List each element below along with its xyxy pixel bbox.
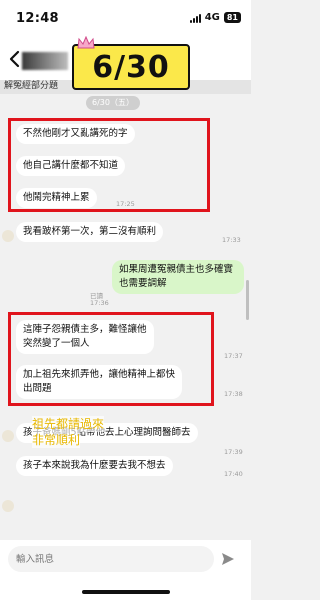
clock: 12:48 <box>16 11 59 26</box>
overlay-note: 祖先都請過來 非常順利 <box>32 416 142 448</box>
battery-icon: 81 <box>223 12 241 23</box>
message-bubble[interactable]: 他自己講什麼都不知道 <box>16 156 126 176</box>
message-bubble[interactable]: 不然他剛才又亂講死的字 <box>16 124 135 144</box>
message-bubble[interactable]: 孩子本來說我為什麼要去我不想去 <box>16 456 173 476</box>
my-message-bubble[interactable]: 如果周遭冤親債主也多確實也需要調解 <box>112 260 244 294</box>
avatar[interactable] <box>2 230 14 242</box>
message-time: 17:38 <box>224 390 243 398</box>
avatar[interactable] <box>2 430 14 442</box>
overlay-note-line: 非常順利 <box>32 432 81 448</box>
date-divider: 6/30（五） <box>86 96 140 110</box>
message-composer <box>0 540 251 576</box>
message-line: 這陣子怨親債主多，難怪讓他 <box>23 324 147 335</box>
status-bar: 12:48 4G 81 <box>0 0 251 40</box>
message-line: 加上祖先來抓弄他，讓他精神上都快 <box>23 369 176 380</box>
chat-header: 6/30 <box>0 36 251 90</box>
message-time: 17:37 <box>224 352 243 360</box>
crown-icon <box>77 36 95 49</box>
avatar[interactable] <box>2 500 14 512</box>
overlay-note-line: 祖先都請過來 <box>32 416 105 432</box>
message-bubble[interactable]: 他鬧完精神上累 <box>16 188 97 208</box>
message-line: 突然變了一個人 <box>23 338 90 349</box>
network-label: 4G <box>204 12 220 23</box>
scrollbar[interactable] <box>246 280 249 320</box>
home-area <box>0 576 251 600</box>
redacted-contact-name <box>22 52 68 70</box>
message-time: 17:36 <box>90 299 109 307</box>
message-bubble[interactable]: 我看跛杯第一次，第二沒有順利 <box>16 222 164 242</box>
message-line: 出問題 <box>23 383 52 394</box>
chat-area[interactable]: 解冤經部分題 6/30（五） 不然他剛才又亂講死的字 他自己講什麼都不知道 他鬧… <box>0 80 251 540</box>
message-bubble[interactable]: 加上祖先來抓弄他，讓他精神上都快 出問題 <box>16 365 183 399</box>
message-time: 17:25 <box>116 200 135 208</box>
message-time: 17:40 <box>224 470 243 478</box>
status-icons: 4G 81 <box>189 12 241 23</box>
message-input[interactable] <box>8 546 214 572</box>
message-bubble[interactable]: 這陣子怨親債主多，難怪讓他 突然變了一個人 <box>16 320 154 354</box>
signal-icon <box>189 13 201 23</box>
message-time: 17:39 <box>224 448 243 456</box>
send-icon[interactable] <box>220 551 236 567</box>
date-sticker: 6/30 <box>72 44 190 90</box>
home-indicator[interactable] <box>82 590 170 594</box>
message-time: 17:33 <box>222 236 241 244</box>
chevron-left-icon[interactable] <box>8 50 22 68</box>
